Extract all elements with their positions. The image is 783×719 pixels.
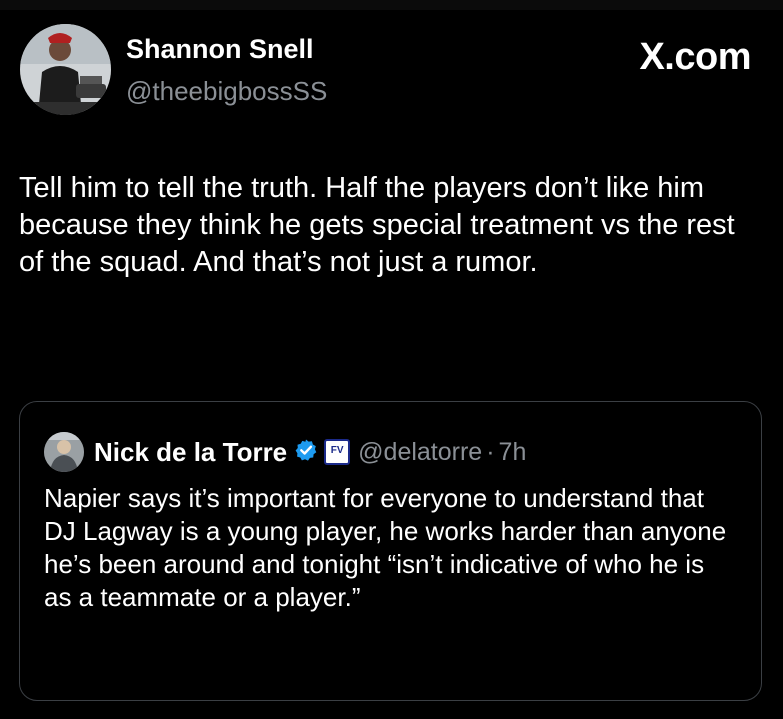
- quoted-post-text: Napier says it’s important for everyone …: [44, 483, 727, 612]
- brand-watermark: X.com: [639, 36, 751, 78]
- header-separator: ·: [486, 437, 495, 466]
- affiliate-badge-label: FV: [330, 445, 344, 456]
- verified-badge-icon: [294, 438, 318, 467]
- quoted-author-avatar[interactable]: [44, 432, 84, 472]
- quoted-author-name[interactable]: Nick de la Torre: [94, 437, 287, 468]
- quoted-post-timestamp[interactable]: 7h: [499, 438, 527, 467]
- post-text: Tell him to tell the truth. Half the pla…: [19, 172, 735, 278]
- quoted-author-handle[interactable]: @delatorre: [358, 438, 482, 467]
- author-avatar[interactable]: [20, 24, 111, 115]
- affiliate-badge-icon[interactable]: FV: [324, 439, 351, 465]
- author-handle[interactable]: @theebigbossSS: [126, 76, 327, 107]
- quoted-post-card[interactable]: Nick de la Torre FV @delatorre · 7h Napi…: [19, 401, 762, 701]
- top-strip: [0, 0, 783, 10]
- author-display-name[interactable]: Shannon Snell: [126, 34, 314, 65]
- quoted-post-header: Nick de la Torre FV @delatorre · 7h: [44, 432, 526, 472]
